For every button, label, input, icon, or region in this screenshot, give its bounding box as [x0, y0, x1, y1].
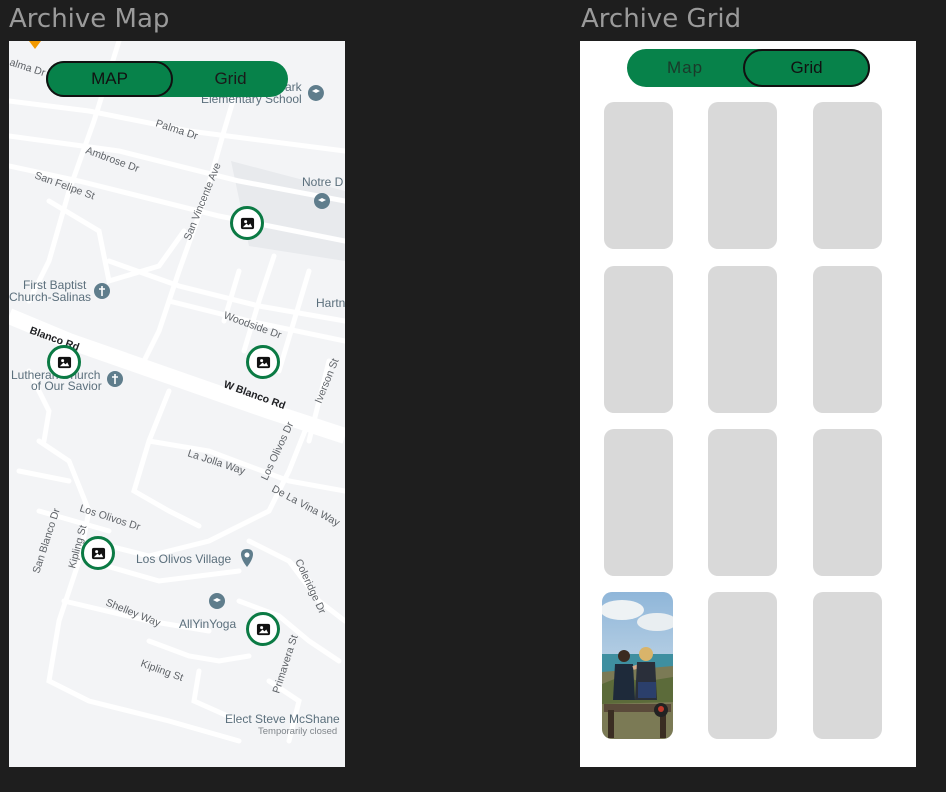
grid-tile-placeholder[interactable] — [708, 592, 777, 739]
poi-temporarily-closed: Temporarily closed — [258, 726, 337, 737]
church-icon — [107, 371, 123, 387]
two-friends-photo — [602, 592, 673, 739]
grid-tile-placeholder[interactable] — [813, 592, 882, 739]
map-grid-toggle: Map Grid — [627, 49, 870, 87]
church-icon — [94, 283, 110, 299]
archive-map-frame-title: Archive Map — [9, 4, 170, 34]
archive-grid-screen: Map Grid — [580, 41, 916, 767]
grid-tile-placeholder[interactable] — [708, 102, 777, 249]
grid-tile-placeholder[interactable] — [813, 102, 882, 249]
grid-tile-placeholder[interactable] — [708, 266, 777, 413]
poi-hartn: Hartn — [316, 296, 345, 310]
grid-tile-placeholder[interactable] — [813, 429, 882, 576]
photo-marker[interactable] — [81, 536, 115, 570]
grid-tile-placeholder[interactable] — [604, 266, 673, 413]
grid-tile-placeholder[interactable] — [604, 429, 673, 576]
map-canvas[interactable]: alma Dr Palma Dr Ambrose Dr San Felipe S… — [9, 41, 345, 767]
map-toggle-button[interactable]: MAP — [46, 61, 173, 97]
grid-tile-placeholder[interactable] — [708, 429, 777, 576]
poi-first-baptist-line2: Church-Salinas — [9, 290, 91, 304]
poi-allyinyoga: AllYinYoga — [179, 617, 236, 631]
grid-toggle-button[interactable]: Grid — [173, 61, 288, 97]
photo-marker[interactable] — [246, 612, 280, 646]
poi-notre-d: Notre D — [302, 175, 344, 189]
image-icon — [91, 547, 105, 559]
image-icon — [256, 623, 270, 635]
school-icon — [209, 593, 225, 609]
photo-marker[interactable] — [246, 345, 280, 379]
image-icon — [256, 356, 270, 368]
map-toggle-button[interactable]: Map — [627, 49, 743, 87]
grid-toggle-button[interactable]: Grid — [743, 49, 870, 87]
grid-tile-placeholder[interactable] — [813, 266, 882, 413]
poi-lutheran-line2: of Our Savior — [31, 379, 102, 393]
poi-elect-steve: Elect Steve McShane — [225, 712, 340, 726]
image-icon — [57, 356, 71, 368]
archive-map-screen: alma Dr Palma Dr Ambrose Dr San Felipe S… — [9, 41, 345, 767]
grid-tile-placeholder[interactable] — [604, 102, 673, 249]
photo-marker[interactable] — [230, 206, 264, 240]
map-grid-toggle: MAP Grid — [46, 61, 288, 97]
school-icon — [307, 85, 324, 101]
photo-marker[interactable] — [47, 345, 81, 379]
school-icon — [314, 193, 330, 209]
grid-tile-photo[interactable] — [602, 592, 673, 739]
archive-grid-frame-title: Archive Grid — [581, 4, 742, 34]
image-icon — [240, 217, 254, 229]
poi-los-olivos-village: Los Olivos Village — [136, 552, 231, 566]
